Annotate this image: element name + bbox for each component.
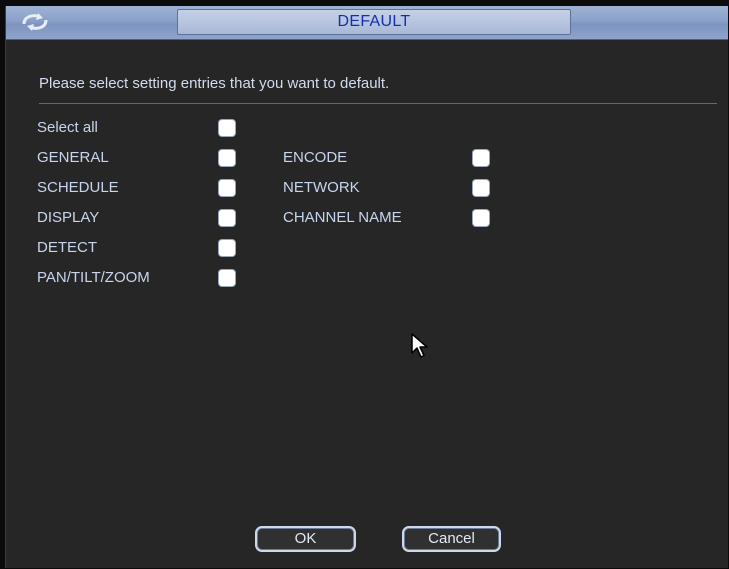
entry-network-label: NETWORK [283,179,360,196]
select-all-label: Select all [37,119,98,136]
refresh-logo-icon [22,13,48,31]
ok-button[interactable]: OK [255,526,356,552]
dialog-title: DEFAULT [177,9,571,35]
title-bar: DEFAULT [6,6,728,40]
entry-network-checkbox[interactable] [473,180,489,196]
entry-pan-tilt-zoom-checkbox[interactable] [219,270,235,286]
divider [39,103,717,104]
entry-pan-tilt-zoom-label: PAN/TILT/ZOOM [37,269,150,286]
entry-detect-label: DETECT [37,239,97,256]
entry-detect-checkbox[interactable] [219,240,235,256]
entry-general-checkbox[interactable] [219,150,235,166]
entry-schedule-checkbox[interactable] [219,180,235,196]
default-dialog: DEFAULT Please select setting entries th… [5,6,728,568]
entry-channel-name-label: CHANNEL NAME [283,209,402,226]
entry-display-checkbox[interactable] [219,210,235,226]
entry-encode-label: ENCODE [283,149,348,166]
instruction-text: Please select setting entries that you w… [39,75,390,92]
entry-channel-name-checkbox[interactable] [473,210,489,226]
entry-schedule-label: SCHEDULE [37,179,119,196]
entry-general-label: GENERAL [37,149,109,166]
select-all-checkbox[interactable] [219,120,235,136]
entry-display-label: DISPLAY [37,209,100,226]
entry-encode-checkbox[interactable] [473,150,489,166]
cancel-button[interactable]: Cancel [402,526,501,552]
mouse-pointer-icon [411,333,428,358]
